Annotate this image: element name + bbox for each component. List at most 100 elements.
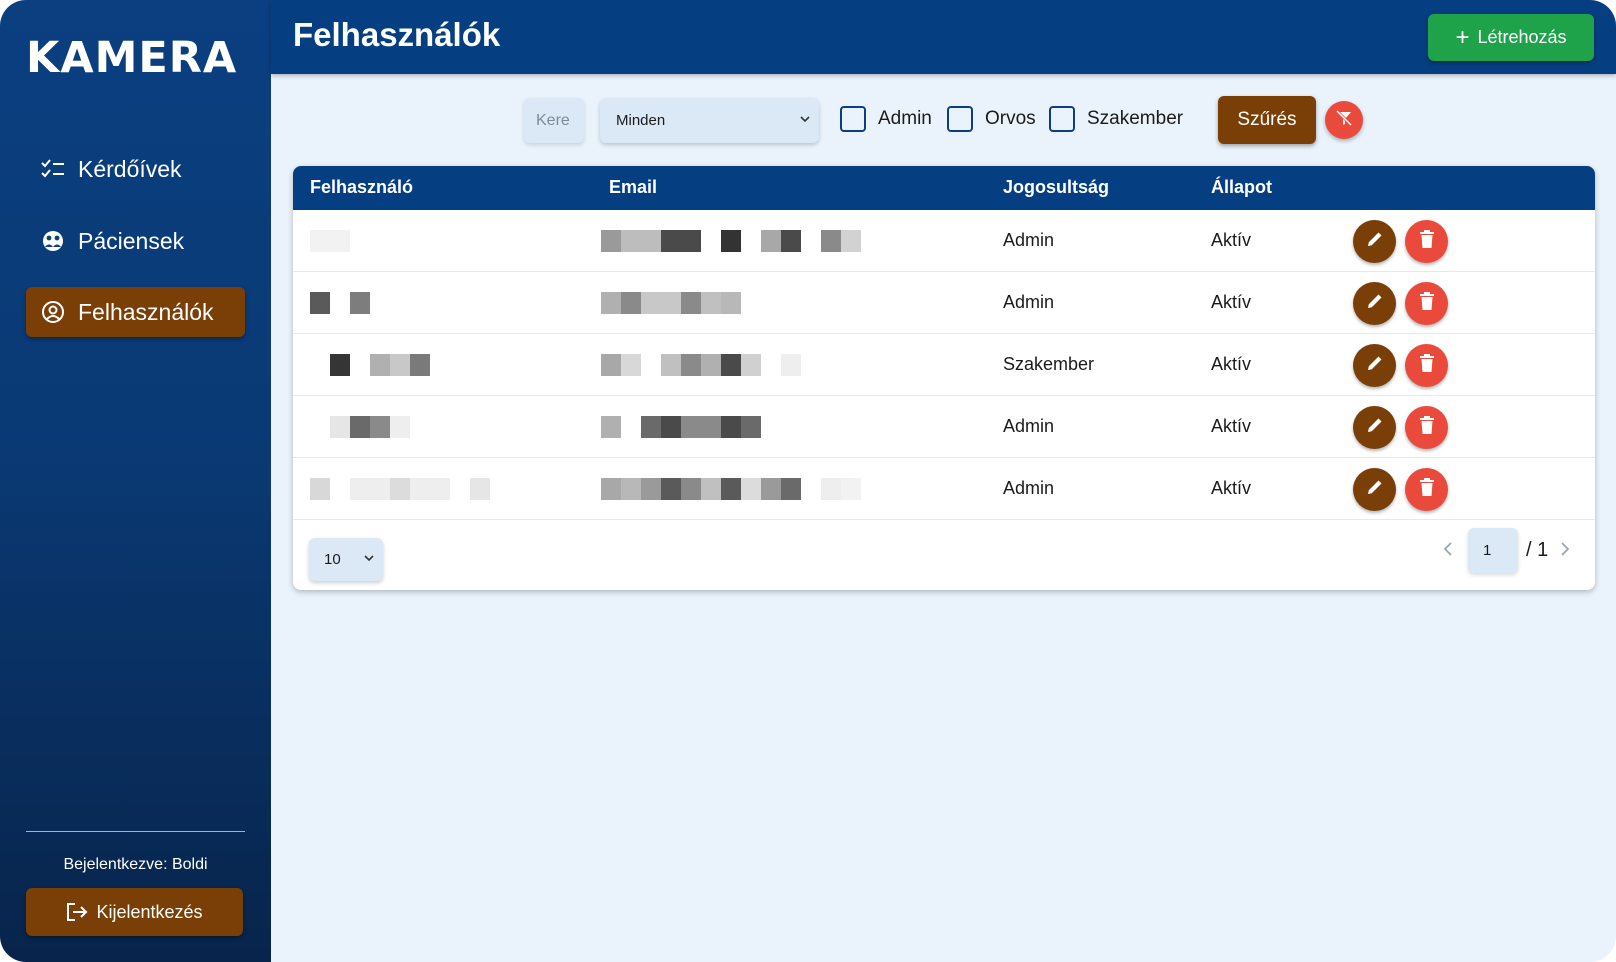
redaction-block <box>701 292 721 314</box>
delete-button[interactable] <box>1405 220 1448 263</box>
redaction-block <box>370 354 390 376</box>
sidebar-item-patients[interactable]: Páciensek <box>26 216 245 266</box>
sidebar-item-users[interactable]: Felhasználók <box>26 287 245 337</box>
redaction-block <box>701 478 721 500</box>
redaction-block <box>621 354 641 376</box>
edit-button[interactable] <box>1353 406 1396 449</box>
edit-button[interactable] <box>1353 282 1396 325</box>
delete-button[interactable] <box>1405 406 1448 449</box>
role-select-value: Minden <box>616 112 666 129</box>
redaction-block <box>330 416 350 438</box>
redaction-block <box>601 292 621 314</box>
trash-icon <box>1418 353 1436 378</box>
trash-icon <box>1418 229 1436 254</box>
pencil-icon <box>1365 353 1385 378</box>
app-logo: KAMERA <box>26 33 238 83</box>
redaction-block <box>741 478 761 500</box>
checkbox-label: Orvos <box>985 108 1036 129</box>
table-row: Admin Aktív <box>293 458 1595 520</box>
status-cell: Aktív <box>1211 478 1252 498</box>
chevron-right-icon <box>1559 541 1571 562</box>
sidebar-divider <box>26 831 245 832</box>
column-header-role[interactable]: Jogosultság <box>1003 177 1109 198</box>
pencil-icon <box>1365 291 1385 316</box>
sidebar-item-questionnaires[interactable]: Kérdőívek <box>26 144 245 194</box>
delete-button[interactable] <box>1405 468 1448 511</box>
status-cell: Aktív <box>1211 292 1252 312</box>
redaction-block <box>681 292 701 314</box>
checkbox-box[interactable] <box>840 106 866 132</box>
redaction-block <box>681 478 701 500</box>
checkbox-orvos[interactable]: Orvos <box>947 106 1036 132</box>
page-total: / 1 <box>1526 539 1549 561</box>
redaction-block <box>310 230 350 252</box>
status-cell: Aktív <box>1211 416 1252 436</box>
redaction-block <box>410 478 450 500</box>
search-input[interactable] <box>524 98 584 143</box>
redaction-block <box>721 354 741 376</box>
delete-button[interactable] <box>1405 282 1448 325</box>
role-cell: Admin <box>1003 416 1055 436</box>
redaction-block <box>661 416 681 438</box>
redacted-email <box>601 416 901 438</box>
role-cell: Admin <box>1003 478 1055 498</box>
current-page-input[interactable]: 1 <box>1468 528 1518 573</box>
checkbox-admin[interactable]: Admin <box>840 106 932 132</box>
checkbox-szakember[interactable]: Szakember <box>1049 106 1183 132</box>
redaction-block <box>601 478 621 500</box>
delete-button[interactable] <box>1405 344 1448 387</box>
redaction-block <box>390 478 410 500</box>
table-row: Admin Aktív <box>293 210 1595 272</box>
redaction-block <box>841 478 861 500</box>
redacted-email <box>601 230 901 252</box>
chevron-left-icon <box>1442 541 1454 562</box>
role-select[interactable]: Minden <box>600 98 819 143</box>
redaction-block <box>390 416 410 438</box>
edit-button[interactable] <box>1353 220 1396 263</box>
create-button[interactable]: + Létrehozás <box>1428 14 1594 61</box>
edit-button[interactable] <box>1353 468 1396 511</box>
redaction-block <box>761 478 781 500</box>
logout-button[interactable]: Kijelentkezés <box>26 888 243 936</box>
redaction-block <box>310 478 330 500</box>
user-circle-icon <box>40 299 66 325</box>
redaction-block <box>641 478 661 500</box>
redaction-block <box>841 230 861 252</box>
logout-label: Kijelentkezés <box>96 901 203 922</box>
checkbox-box[interactable] <box>947 106 973 132</box>
redaction-block <box>721 292 741 314</box>
redacted-user-name <box>310 416 590 438</box>
redaction-block <box>781 230 801 252</box>
redaction-block <box>661 230 701 252</box>
trash-icon <box>1418 291 1436 316</box>
chevron-down-icon <box>799 112 811 129</box>
page-title: Felhasználók <box>293 16 501 53</box>
column-header-status[interactable]: Állapot <box>1211 177 1272 198</box>
trash-icon <box>1418 415 1436 440</box>
table-row: Admin Aktív <box>293 272 1595 334</box>
redaction-block <box>621 478 641 500</box>
edit-button[interactable] <box>1353 344 1396 387</box>
redaction-block <box>721 230 741 252</box>
redaction-block <box>641 292 681 314</box>
trash-icon <box>1418 477 1436 502</box>
redaction-block <box>350 416 370 438</box>
redaction-block <box>681 416 721 438</box>
redaction-block <box>601 230 621 252</box>
app-window: KAMERA Kérdőívek Páciensek Felhasználók … <box>0 0 1616 962</box>
filter-button[interactable]: Szűrés <box>1218 96 1316 144</box>
page-size-select[interactable]: 10 <box>309 538 383 581</box>
pencil-icon <box>1365 415 1385 440</box>
redaction-block <box>410 354 430 376</box>
redaction-block <box>470 478 490 500</box>
next-page-button[interactable] <box>1553 539 1577 563</box>
role-cell: Szakember <box>1003 354 1095 374</box>
clear-filter-button[interactable] <box>1325 101 1363 139</box>
column-header-user[interactable]: Felhasználó <box>310 177 413 198</box>
redaction-block <box>350 478 390 500</box>
logged-in-user: Bejelentkezve: Boldi <box>63 856 208 873</box>
chevron-down-icon <box>363 551 375 568</box>
prev-page-button[interactable] <box>1436 539 1460 563</box>
column-header-email[interactable]: Email <box>609 177 657 198</box>
checkbox-box[interactable] <box>1049 106 1075 132</box>
